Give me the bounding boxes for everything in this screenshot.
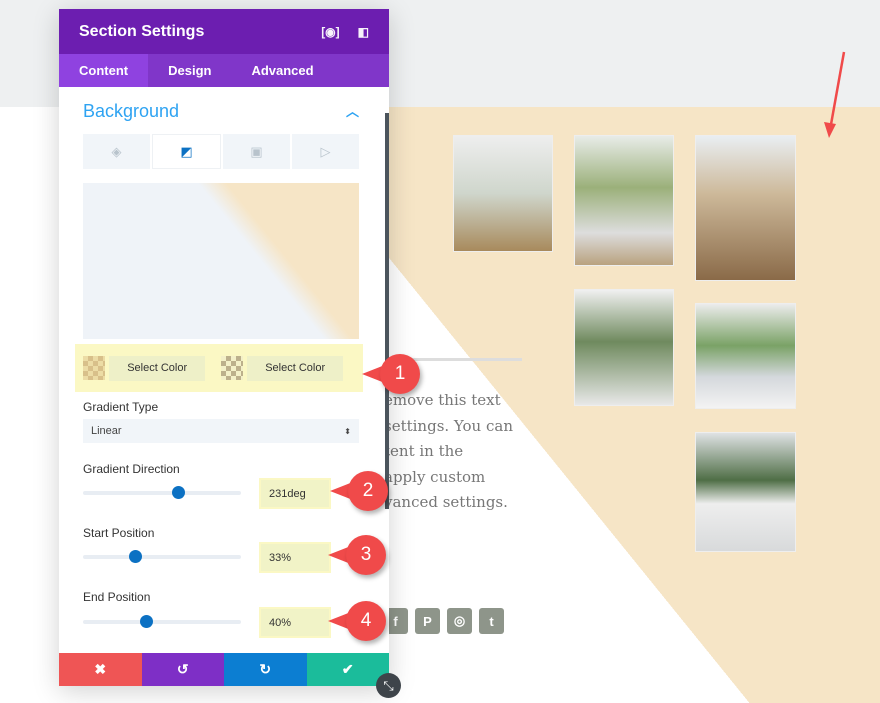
select-arrows-icon: ⬍: [344, 426, 351, 436]
tab-content[interactable]: Content: [59, 54, 149, 87]
resize-handle-icon[interactable]: ⤡: [376, 673, 401, 698]
text-line: apply custom: [384, 467, 486, 486]
image-icon[interactable]: ▣: [223, 134, 290, 169]
panel-tabs: Content Design Advanced: [59, 54, 389, 87]
text-line: settings. You can: [384, 416, 513, 435]
text-line: tent in the: [384, 442, 464, 460]
start-position-slider[interactable]: [83, 550, 241, 563]
start-position-input[interactable]: 33%: [261, 544, 329, 571]
annotation-number: 4: [346, 601, 386, 641]
sidebar-toggle-icon[interactable]: ◧: [358, 25, 369, 39]
color-swatch-start[interactable]: [83, 356, 106, 380]
photo-vases: [695, 303, 796, 409]
gradient-preview: [83, 183, 359, 339]
gradient-direction-slider[interactable]: [83, 486, 241, 499]
gradient-direction-label: Gradient Direction: [83, 462, 180, 476]
end-position-slider[interactable]: [83, 615, 241, 628]
section-settings-panel: Section Settings [◉] ◧ Content Design Ad…: [59, 9, 389, 686]
undo-button[interactable]: ↺: [141, 653, 224, 686]
video-icon[interactable]: ▷: [292, 134, 359, 169]
background-type-tabs: ◈ ◩ ▣ ▷: [83, 134, 359, 169]
twitter-icon[interactable]: t: [479, 608, 504, 634]
cancel-button[interactable]: ✖: [59, 653, 142, 686]
gradient-type-value: Linear: [91, 425, 122, 437]
body-text: emove this text settings. You can tent i…: [384, 388, 534, 516]
photo-succulents-tray: [453, 135, 553, 252]
gradient-icon[interactable]: ◩: [152, 134, 221, 169]
social-icons: f P ◎ t: [383, 608, 504, 634]
slider-handle[interactable]: [140, 615, 154, 628]
gradient-type-label: Gradient Type: [83, 400, 159, 414]
annotation-marker: 4: [328, 601, 386, 641]
start-position-label: Start Position: [83, 526, 155, 540]
text-line: vanced settings.: [384, 493, 508, 511]
background-section-toggle[interactable]: Background ︿: [83, 101, 359, 122]
photo-flowers-vase: [574, 135, 674, 266]
photo-bag-stool: [695, 135, 796, 281]
panel-footer: ✖ ↺ ↻ ✔: [59, 653, 389, 686]
redo-button[interactable]: ↻: [224, 653, 307, 686]
annotation-marker: 2: [330, 471, 388, 511]
end-position-label: End Position: [83, 590, 151, 604]
annotation-number: 2: [348, 471, 388, 511]
scrollbar[interactable]: [385, 113, 389, 509]
gradient-direction-input[interactable]: 231deg: [261, 480, 329, 507]
section-title: Background: [83, 101, 180, 121]
fullscreen-icon[interactable]: [◉]: [321, 25, 339, 39]
paint-bucket-icon[interactable]: ◈: [83, 134, 150, 169]
slider-handle[interactable]: [129, 550, 143, 563]
photo-white-flowers: [695, 432, 796, 552]
end-position-input[interactable]: 40%: [261, 609, 329, 636]
annotation-marker: 1: [362, 354, 420, 394]
pinterest-icon[interactable]: P: [415, 608, 440, 634]
annotation-number: 1: [380, 354, 420, 394]
tab-design[interactable]: Design: [148, 54, 231, 87]
select-color-button-start[interactable]: Select Color: [109, 355, 205, 381]
color-swatch-end[interactable]: [221, 356, 244, 380]
gradient-color-pickers: Select Color Select Color: [75, 344, 363, 392]
tab-advanced[interactable]: Advanced: [231, 54, 333, 87]
slider-handle[interactable]: [171, 486, 185, 499]
panel-header: Section Settings [◉] ◧: [59, 9, 389, 54]
panel-title: Section Settings: [79, 22, 205, 40]
annotation-number: 3: [346, 535, 386, 575]
red-arrow-icon: [824, 51, 846, 138]
chevron-up-icon: ︿: [345, 104, 359, 119]
instagram-icon[interactable]: ◎: [447, 608, 472, 634]
photo-cactus: [574, 289, 674, 406]
gradient-type-select[interactable]: Linear ⬍: [83, 419, 359, 443]
select-color-button-end[interactable]: Select Color: [247, 355, 343, 381]
annotation-marker: 3: [328, 535, 386, 575]
